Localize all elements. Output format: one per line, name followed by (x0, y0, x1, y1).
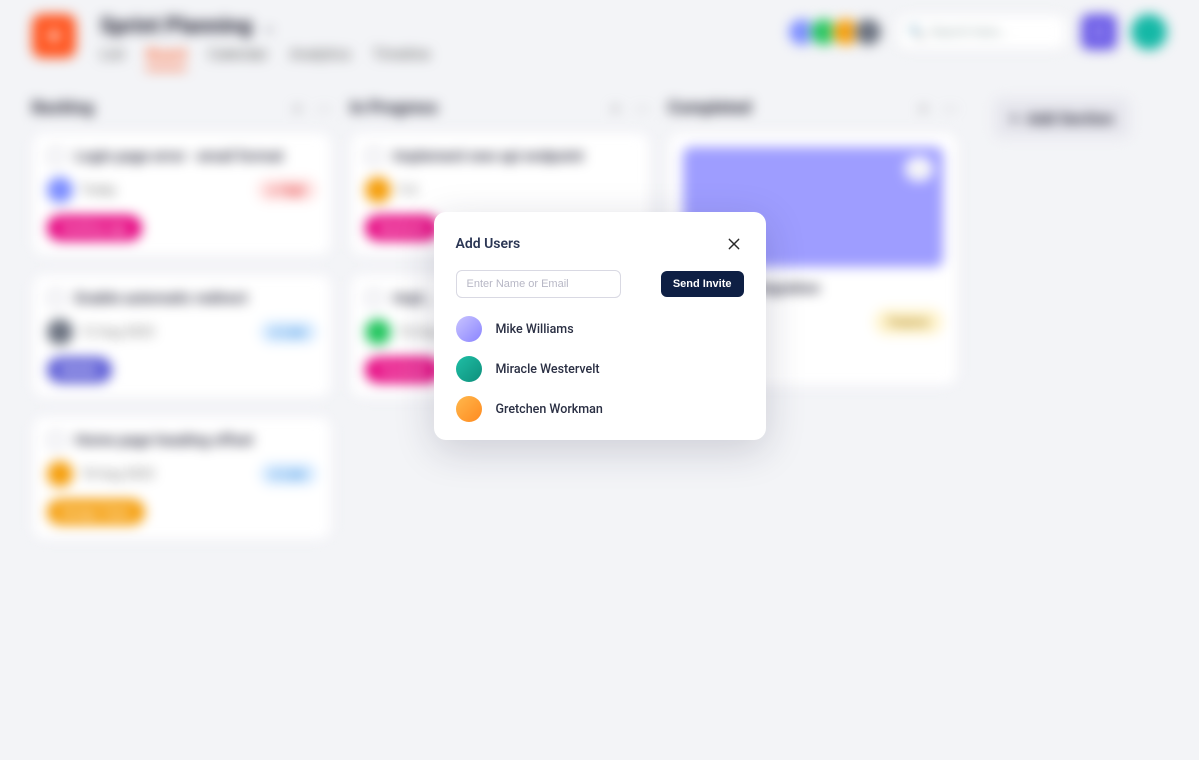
user-avatar (456, 396, 482, 422)
add-users-modal: Add Users Send Invite Mike Williams Mira… (434, 212, 766, 440)
user-name: Miracle Westervelt (496, 362, 600, 377)
user-suggestion-list: Mike Williams Miracle Westervelt Gretche… (456, 316, 744, 422)
close-icon[interactable] (724, 234, 744, 254)
user-name: Gretchen Workman (496, 402, 603, 417)
user-suggestion[interactable]: Miracle Westervelt (456, 356, 744, 382)
user-avatar (456, 356, 482, 382)
user-avatar (456, 316, 482, 342)
user-suggestion[interactable]: Mike Williams (456, 316, 744, 342)
modal-title: Add Users (456, 236, 521, 252)
modal-overlay: Add Users Send Invite Mike Williams Mira… (0, 0, 1199, 760)
user-suggestion[interactable]: Gretchen Workman (456, 396, 744, 422)
user-name: Mike Williams (496, 322, 574, 337)
invite-name-input[interactable] (456, 270, 621, 298)
send-invite-button[interactable]: Send Invite (661, 271, 744, 297)
